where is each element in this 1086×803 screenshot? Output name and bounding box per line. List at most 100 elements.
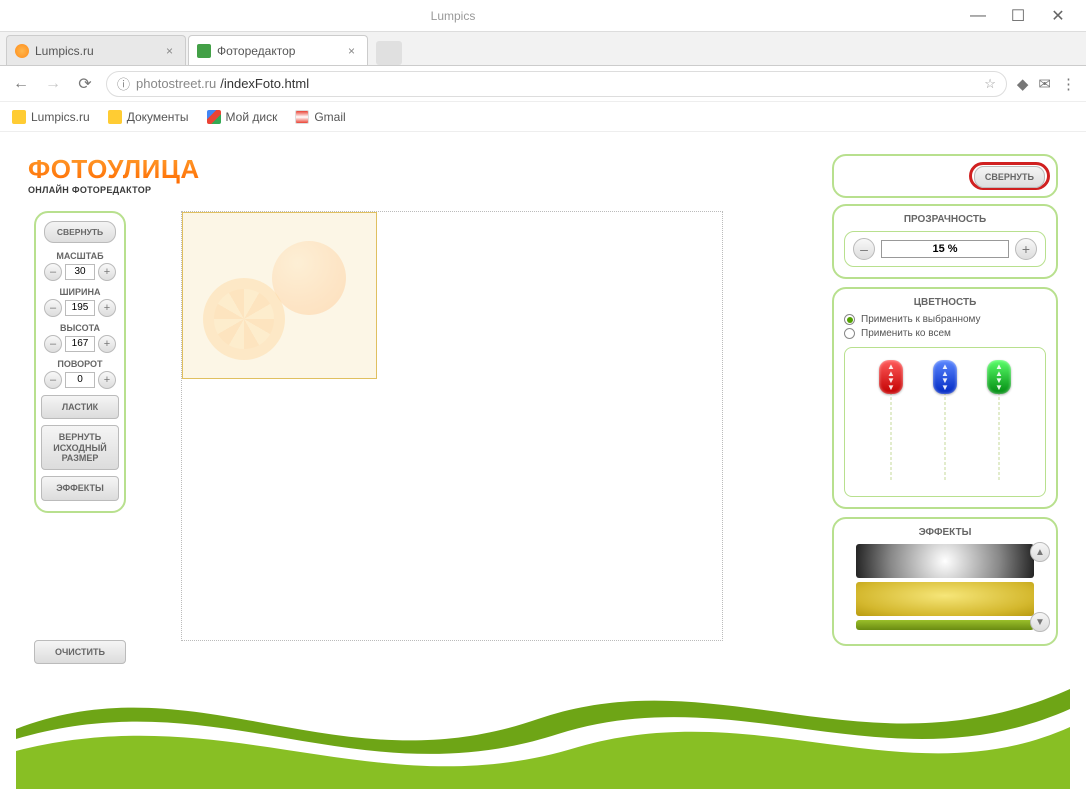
canvas-area[interactable] [181,211,723,641]
effect-item-olive[interactable] [856,620,1034,630]
rotation-value[interactable]: 0 [65,372,95,388]
drive-icon [207,110,221,124]
height-value[interactable]: 167 [65,336,95,352]
clear-button[interactable]: ОЧИСТИТЬ [34,640,126,664]
radio-label: Применить ко всем [861,328,951,339]
bookmarks-bar: Lumpics.ru Документы Мой диск Gmail [0,102,1086,132]
collapse-button[interactable]: СВЕРНУТЬ [974,166,1045,188]
restore-size-button[interactable]: ВЕРНУТЬ ИСХОДНЫЙ РАЗМЕР [41,425,119,470]
browser-tab-bar: Lumpics.ru × Фоторедактор × [0,32,1086,66]
scroll-up-button[interactable]: ▲ [1030,542,1050,562]
close-icon[interactable]: × [344,44,359,58]
close-button[interactable]: ✕ [1038,2,1078,30]
plus-button[interactable]: + [98,263,116,281]
mail-icon[interactable]: ✉ [1038,75,1051,93]
slider-track [999,382,1000,480]
forward-button[interactable]: → [42,75,64,93]
scale-value[interactable]: 30 [65,264,95,280]
shield-icon[interactable]: ◆ [1017,75,1029,93]
tab-label: Фоторедактор [217,44,295,58]
tab-photoeditor[interactable]: Фоторедактор × [188,35,368,65]
scale-stepper: – 30 + [40,263,120,281]
folder-icon [12,110,26,124]
logo-title: ФОТОУЛИЦА [28,154,200,185]
left-toolbar: СВЕРНУТЬ МАСШТАБ – 30 + ШИРИНА – 195 + В… [34,211,126,513]
menu-icon[interactable]: ⋮ [1061,75,1076,93]
minus-button[interactable]: – [44,299,62,317]
url-host: photostreet.ru [136,76,216,91]
tab-lumpics[interactable]: Lumpics.ru × [6,35,186,65]
slider-track [891,382,892,480]
bookmark-lumpics[interactable]: Lumpics.ru [12,110,90,124]
radio-label: Применить к выбранному [861,314,981,325]
scale-label: МАСШТАБ [40,251,120,261]
folder-icon [108,110,122,124]
blue-slider[interactable]: ▲▲▼▼ [932,360,958,480]
app-logo: ФОТОУЛИЦА ОНЛАЙН ФОТОРЕДАКТОР [28,154,200,195]
bookmark-gmail[interactable]: Gmail [295,110,345,124]
green-slider[interactable]: ▲▲▼▼ [986,360,1012,480]
url-input[interactable]: ⓘ photostreet.ru /indexFoto.html ☆ [106,71,1007,97]
radio-apply-selected[interactable]: Применить к выбранному [844,314,1046,325]
transparency-panel: ПРОЗРАЧНОСТЬ – 15 % + [832,204,1058,279]
color-sliders: ▲▲▼▼ ▲▲▼▼ ▲▲▼▼ [844,347,1046,497]
transparency-title: ПРОЗРАЧНОСТЬ [844,214,1046,225]
bookmark-label: Lumpics.ru [31,110,90,124]
bookmark-label: Документы [127,110,189,124]
radio-apply-all[interactable]: Применить ко всем [844,328,1046,339]
radio-icon [844,328,855,339]
scroll-down-button[interactable]: ▼ [1030,612,1050,632]
effect-item-silver[interactable] [856,544,1034,578]
bookmark-label: Мой диск [226,110,278,124]
app-viewport: ФОТОУЛИЦА ОНЛАЙН ФОТОРЕДАКТОР СВЕРНУТЬ М… [0,132,1086,803]
red-slider[interactable]: ▲▲▼▼ [878,360,904,480]
height-stepper: – 167 + [40,335,120,353]
minus-button[interactable]: – [44,335,62,353]
effects-panel: ЭФФЕКТЫ ▲ ▼ [832,517,1058,646]
url-path: /indexFoto.html [220,76,309,91]
bookmark-star-icon[interactable]: ☆ [984,76,996,92]
bookmark-label: Gmail [314,110,345,124]
right-panels: СВЕРНУТЬ ПРОЗРАЧНОСТЬ – 15 % + ЦВЕТНОСТЬ… [832,154,1058,654]
tab-label: Lumpics.ru [35,44,94,58]
reload-button[interactable]: ⟳ [74,74,96,94]
insecure-icon: ⓘ [117,74,130,93]
address-bar: ← → ⟳ ⓘ photostreet.ru /indexFoto.html ☆… [0,66,1086,102]
minus-button[interactable]: – [44,263,62,281]
close-icon[interactable]: × [162,44,177,58]
minus-button[interactable]: – [853,238,875,260]
logo-subtitle: ОНЛАЙН ФОТОРЕДАКТОР [28,185,200,195]
slider-thumb-green[interactable]: ▲▲▼▼ [987,360,1011,394]
collapse-button[interactable]: СВЕРНУТЬ [44,221,116,243]
back-button[interactable]: ← [10,75,32,93]
image-content [203,278,285,360]
minimize-button[interactable]: — [958,2,998,30]
plus-button[interactable]: + [98,371,116,389]
transparency-value[interactable]: 15 % [881,240,1009,258]
canvas-image[interactable] [182,212,377,379]
width-value[interactable]: 195 [65,300,95,316]
bookmark-drive[interactable]: Мой диск [207,110,278,124]
new-tab-button[interactable] [376,41,402,65]
width-stepper: – 195 + [40,299,120,317]
slider-thumb-red[interactable]: ▲▲▼▼ [879,360,903,394]
app-icon [197,44,211,58]
effect-item-gold[interactable] [856,582,1034,616]
height-label: ВЫСОТА [40,323,120,333]
highlight-annotation: СВЕРНУТЬ [969,162,1050,190]
window-title: Lumpics [8,9,958,23]
plus-button[interactable]: + [98,299,116,317]
radio-icon [844,314,855,325]
bookmark-docs[interactable]: Документы [108,110,189,124]
plus-button[interactable]: + [98,335,116,353]
window-titlebar: Lumpics — ☐ ✕ [0,0,1086,32]
width-label: ШИРИНА [40,287,120,297]
plus-button[interactable]: + [1015,238,1037,260]
effects-button[interactable]: ЭФФЕКТЫ [41,476,119,500]
maximize-button[interactable]: ☐ [998,2,1038,30]
gmail-icon [295,110,309,124]
eraser-button[interactable]: ЛАСТИК [41,395,119,419]
minus-button[interactable]: – [44,371,62,389]
slider-thumb-blue[interactable]: ▲▲▼▼ [933,360,957,394]
image-content [272,241,346,315]
